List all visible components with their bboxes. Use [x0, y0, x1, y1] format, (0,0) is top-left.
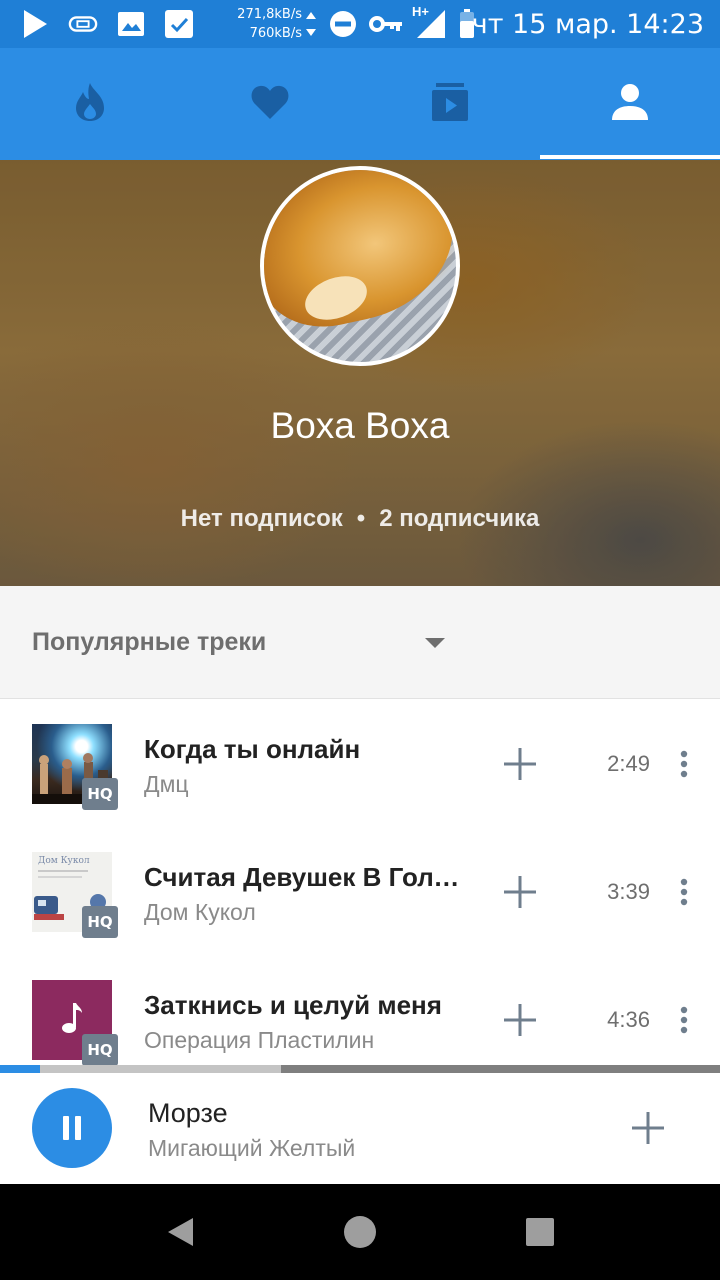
home-icon[interactable]: [336, 1208, 384, 1256]
tab-popular[interactable]: [0, 48, 180, 160]
vpn-key-icon: [368, 9, 404, 39]
track-artist: Дом Кукол: [144, 899, 256, 925]
add-playing-track-button[interactable]: [624, 1104, 672, 1152]
tab-bar: [0, 48, 720, 160]
track-duration: 3:39: [607, 879, 650, 904]
track-title: Когда ты онлайн: [144, 734, 361, 764]
network-type-text: H+: [412, 4, 429, 19]
more-vert-icon[interactable]: [668, 868, 700, 916]
profile-name: Boxa Boxa: [270, 405, 450, 446]
stats-separator: •: [356, 505, 366, 532]
playlist-icon: [430, 82, 470, 126]
check-task-icon: [164, 9, 194, 39]
image-icon: [116, 9, 146, 39]
hq-badge: HQ: [82, 906, 118, 938]
track-row[interactable]: HQ Когда ты онлайн Дмц 2:49: [0, 700, 720, 828]
track-title: Считая Девушек В Голове: [144, 862, 466, 892]
track-title: Заткнись и целуй меня: [144, 990, 442, 1020]
status-clock: чт 15 мар. 14:23: [471, 9, 704, 40]
flame-icon: [73, 82, 107, 127]
user-icon: [611, 83, 649, 126]
network-speed: 271,8kB/s 760kB/s: [232, 5, 302, 43]
hq-badge: HQ: [82, 1034, 118, 1066]
tab-playlists[interactable]: [360, 48, 540, 160]
music-note-icon: [61, 1001, 83, 1040]
recents-icon[interactable]: [516, 1208, 564, 1256]
profile-header: Boxa Boxa Нет подписок • 2 подписчика: [0, 160, 720, 586]
system-navigation-bar: [0, 1184, 720, 1280]
track-artist: Операция Пластилин: [144, 1027, 375, 1053]
track-duration: 2:49: [607, 751, 650, 776]
cover-text: Дом Кукол: [38, 856, 90, 866]
progress-buffered: [0, 1065, 281, 1073]
track-duration: 4:36: [607, 1007, 650, 1032]
data-arrows-icon: [304, 9, 318, 39]
player-track-title: Морзе: [148, 1098, 228, 1128]
active-tab-indicator: [540, 155, 720, 159]
signal-icon: H+: [412, 5, 448, 39]
pause-icon: [63, 1116, 81, 1140]
more-vert-icon[interactable]: [668, 740, 700, 788]
subscriptions-link[interactable]: Нет подписок: [181, 505, 343, 532]
dropdown-arrow-icon[interactable]: [420, 630, 450, 656]
do-not-disturb-icon: [328, 9, 358, 39]
heart-icon: [250, 84, 290, 125]
playback-progress-bar[interactable]: [0, 1065, 720, 1073]
progress-played: [0, 1065, 40, 1073]
hq-badge: HQ: [82, 778, 118, 810]
status-bar-notifications: [20, 8, 194, 40]
add-track-button[interactable]: [496, 740, 544, 788]
section-title: Популярные треки: [32, 628, 267, 656]
track-row[interactable]: Дом Кукол HQ Считая Девушек В Голове Дом…: [0, 828, 720, 956]
back-icon[interactable]: [156, 1208, 204, 1256]
track-artist: Дмц: [144, 771, 189, 797]
avatar-photo: [264, 170, 456, 340]
speed-up-text: 760kB/s: [249, 26, 302, 41]
player-track-artist: Мигающий Желтый: [148, 1135, 356, 1161]
track-row[interactable]: HQ Заткнись и целуй меня Операция Пласти…: [0, 956, 720, 1066]
usb-debug-icon: [68, 9, 98, 39]
add-track-button[interactable]: [496, 996, 544, 1044]
tab-profile[interactable]: [540, 48, 720, 160]
mini-player[interactable]: Морзе Мигающий Желтый: [0, 1073, 720, 1184]
track-list: HQ Когда ты онлайн Дмц 2:49 Дом Кукол HQ…: [0, 700, 720, 1066]
popular-tracks-header[interactable]: Популярные треки: [0, 586, 720, 699]
profile-stats: Нет подписок • 2 подписчика: [0, 502, 720, 536]
subscribers-link[interactable]: 2 подписчика: [379, 505, 539, 532]
status-bar-system-icons: H+: [304, 5, 476, 40]
pause-button[interactable]: [32, 1088, 112, 1168]
tab-favorites[interactable]: [180, 48, 360, 160]
more-vert-icon[interactable]: [668, 996, 700, 1044]
play-store-icon: [20, 9, 50, 39]
add-track-button[interactable]: [496, 868, 544, 916]
status-bar: 271,8kB/s 760kB/s H+ чт 15 мар. 14:23: [0, 0, 720, 48]
speed-down-text: 271,8kB/s: [237, 7, 302, 22]
avatar[interactable]: [260, 166, 460, 366]
